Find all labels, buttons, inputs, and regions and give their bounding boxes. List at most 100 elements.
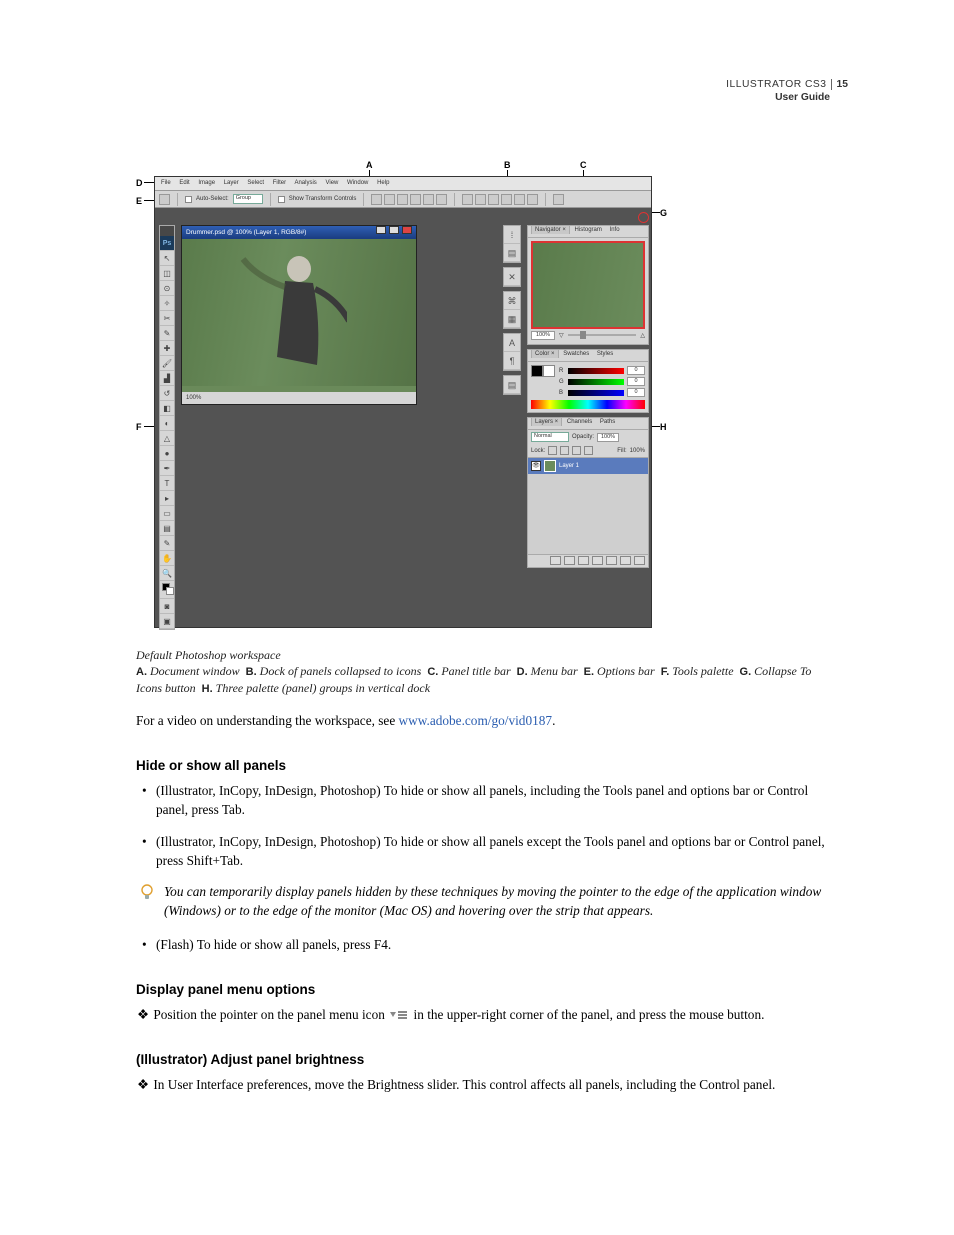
layer-row[interactable]: 👁 Layer 1 <box>528 458 648 474</box>
show-transform-checkbox[interactable] <box>278 196 285 203</box>
minimize-icon[interactable] <box>376 226 386 234</box>
distribute-icon[interactable] <box>514 194 525 205</box>
new-layer-icon[interactable] <box>620 556 631 565</box>
distribute-icon[interactable] <box>475 194 486 205</box>
hand-tool-icon[interactable]: ✋ <box>160 551 174 566</box>
tab-channels[interactable]: Channels <box>564 418 595 426</box>
eyedropper-tool-icon[interactable]: ✎ <box>160 326 174 341</box>
color-ramp[interactable] <box>531 400 645 409</box>
wand-tool-icon[interactable]: ✧ <box>160 296 174 311</box>
r-slider[interactable] <box>568 368 624 374</box>
menu-filter[interactable]: Filter <box>273 180 286 186</box>
canvas[interactable] <box>182 239 416 386</box>
lock-icon[interactable] <box>584 446 593 455</box>
align-icon[interactable] <box>397 194 408 205</box>
r-value[interactable]: 0 <box>627 366 645 375</box>
align-icon[interactable] <box>384 194 395 205</box>
move-tool-icon[interactable]: ↖ <box>160 251 174 266</box>
crop-tool-icon[interactable]: ✂ <box>160 311 174 326</box>
menu-analysis[interactable]: Analysis <box>294 180 316 186</box>
zoom-in-icon[interactable]: △ <box>640 332 645 339</box>
distribute-icon[interactable] <box>501 194 512 205</box>
tab-histogram[interactable]: Histogram <box>572 226 605 234</box>
screenmode-icon[interactable]: ▣ <box>160 614 174 629</box>
distribute-icon[interactable] <box>462 194 473 205</box>
nav-zoom-input[interactable]: 100% <box>531 331 555 340</box>
align-icon[interactable] <box>410 194 421 205</box>
menu-view[interactable]: View <box>325 180 338 186</box>
eyedropper2-tool-icon[interactable]: ✎ <box>160 536 174 551</box>
lasso-tool-icon[interactable]: ⊙ <box>160 281 174 296</box>
video-link[interactable]: www.adobe.com/go/vid0187 <box>399 713 553 728</box>
dock-icon[interactable]: ▦ <box>504 310 520 328</box>
opacity-input[interactable]: 100% <box>597 433 619 442</box>
lock-icon[interactable] <box>560 446 569 455</box>
zoom-out-icon[interactable]: ▽ <box>559 332 564 339</box>
tab-color[interactable]: Color × <box>531 349 559 358</box>
fx-icon[interactable] <box>564 556 575 565</box>
g-value[interactable]: 0 <box>627 377 645 386</box>
align-icon[interactable] <box>423 194 434 205</box>
dodge-tool-icon[interactable]: ● <box>160 446 174 461</box>
trash-icon[interactable] <box>634 556 645 565</box>
close-icon[interactable] <box>402 226 412 234</box>
menu-window[interactable]: Window <box>347 180 368 186</box>
dock-icon[interactable]: A <box>504 334 520 352</box>
tab-info[interactable]: Info <box>607 226 623 234</box>
document-titlebar[interactable]: Drummer.psd @ 100% (Layer 1, RGB/8#) <box>182 226 416 239</box>
panel-title-bar[interactable]: Layers × Channels Paths <box>528 418 648 430</box>
lock-icon[interactable] <box>572 446 581 455</box>
navigator-preview[interactable] <box>531 241 645 329</box>
mask-icon[interactable] <box>578 556 589 565</box>
menu-select[interactable]: Select <box>247 180 264 186</box>
b-slider[interactable] <box>568 390 624 396</box>
panel-title-bar[interactable]: Color × Swatches Styles <box>528 350 648 362</box>
collapse-to-icons-button[interactable] <box>638 212 649 223</box>
heal-tool-icon[interactable]: ✚ <box>160 341 174 356</box>
menu-file[interactable]: File <box>161 180 171 186</box>
pen-tool-icon[interactable]: ✒ <box>160 461 174 476</box>
b-value[interactable]: 0 <box>627 388 645 397</box>
panel-title-bar[interactable]: Navigator × Histogram Info <box>528 226 648 238</box>
auto-select-dropdown[interactable]: Group <box>233 194 263 204</box>
distribute-icon[interactable] <box>527 194 538 205</box>
adjust-icon[interactable] <box>592 556 603 565</box>
menu-bar[interactable]: File Edit Image Layer Select Filter Anal… <box>155 177 651 190</box>
workspace-icon[interactable] <box>553 194 564 205</box>
visibility-icon[interactable]: 👁 <box>531 461 541 471</box>
quickmask-icon[interactable]: ◙ <box>160 599 174 614</box>
eraser-tool-icon[interactable]: ◧ <box>160 401 174 416</box>
lock-icon[interactable] <box>548 446 557 455</box>
zoom-tool-icon[interactable]: 🔍 <box>160 566 174 581</box>
blend-mode-dropdown[interactable]: Normal <box>531 432 569 442</box>
layer-thumbnail[interactable] <box>544 460 556 472</box>
color-swatch[interactable] <box>160 581 174 599</box>
dock-icon[interactable]: ▤ <box>504 376 520 394</box>
type-tool-icon[interactable]: T <box>160 476 174 491</box>
ps-icon[interactable]: Ps <box>160 236 174 251</box>
menu-edit[interactable]: Edit <box>179 180 189 186</box>
layer-name[interactable]: Layer 1 <box>559 463 579 469</box>
path-tool-icon[interactable]: ▸ <box>160 491 174 506</box>
gradient-tool-icon[interactable]: ◐ <box>160 416 174 431</box>
g-slider[interactable] <box>568 379 624 385</box>
stamp-tool-icon[interactable]: ▟ <box>160 371 174 386</box>
marquee-tool-icon[interactable]: ◫ <box>160 266 174 281</box>
tab-navigator[interactable]: Navigator × <box>531 225 570 234</box>
dock-icon[interactable]: ✕ <box>504 268 520 286</box>
menu-layer[interactable]: Layer <box>224 180 239 186</box>
tools-header[interactable] <box>160 226 174 236</box>
tab-styles[interactable]: Styles <box>594 350 616 358</box>
group-icon[interactable] <box>606 556 617 565</box>
align-icon[interactable] <box>436 194 447 205</box>
dock-icon[interactable]: ¶ <box>504 352 520 370</box>
align-icon[interactable] <box>371 194 382 205</box>
move-tool-icon[interactable] <box>159 194 170 205</box>
dock-icon[interactable]: ⌘ <box>504 292 520 310</box>
history-brush-tool-icon[interactable]: ↺ <box>160 386 174 401</box>
menu-image[interactable]: Image <box>198 180 215 186</box>
fill-input[interactable]: 100% <box>630 448 645 454</box>
zoom-slider[interactable] <box>568 334 637 336</box>
blur-tool-icon[interactable]: △ <box>160 431 174 446</box>
menu-help[interactable]: Help <box>377 180 389 186</box>
